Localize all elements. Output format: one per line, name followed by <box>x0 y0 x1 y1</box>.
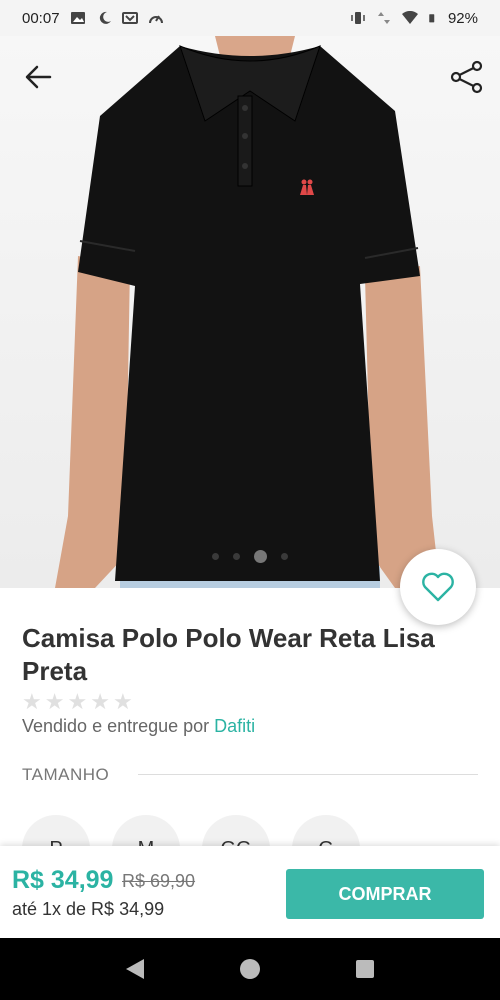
vibrate-icon <box>351 12 365 24</box>
status-time: 00:07 <box>22 9 60 27</box>
battery-icon <box>429 14 435 23</box>
current-price: R$ 34,99 <box>12 866 114 894</box>
rating-stars: ★ ★ ★ ★ ★ <box>22 690 133 714</box>
brand-logo-icon <box>300 179 314 195</box>
status-bar: 00:07 92% <box>0 0 500 36</box>
heart-icon <box>422 572 454 602</box>
carousel-dot-active[interactable] <box>254 550 267 563</box>
speedometer-icon <box>148 15 163 24</box>
wifi-icon <box>401 11 418 24</box>
product-image-carousel[interactable] <box>0 36 500 588</box>
nav-home-icon[interactable] <box>240 959 260 979</box>
seller-link[interactable]: Dafiti <box>214 716 255 736</box>
star-icon: ★ <box>67 689 88 714</box>
nav-back-icon[interactable] <box>126 959 144 979</box>
product-title: Camisa Polo Polo Wear Reta Lisa Preta <box>22 623 435 686</box>
product-photo <box>55 36 440 588</box>
share-icon[interactable] <box>448 58 486 96</box>
size-divider <box>138 774 478 775</box>
buy-button[interactable]: COMPRAR <box>286 869 484 919</box>
image-icon <box>70 12 85 24</box>
star-icon: ★ <box>44 689 65 714</box>
carousel-dot[interactable] <box>233 553 240 560</box>
size-label: TAMANHO <box>22 765 110 784</box>
installments: até 1x de R$ 34,99 <box>12 899 165 919</box>
nav-recents-icon[interactable] <box>356 960 374 978</box>
star-icon: ★ <box>90 689 110 714</box>
seller-line: Vendido e entregue por Dafiti <box>22 716 255 737</box>
favorite-button[interactable] <box>400 549 476 625</box>
notification-icon <box>121 12 138 24</box>
back-arrow-icon[interactable] <box>22 60 56 94</box>
carousel-dot[interactable] <box>212 553 219 560</box>
old-price: R$ 69,90 <box>122 871 196 891</box>
status-left: 00:07 <box>22 10 164 27</box>
star-icon: ★ <box>112 689 133 714</box>
seller-prefix: Vendido e entregue por <box>22 716 210 736</box>
data-arrows-icon <box>377 12 390 24</box>
system-nav-bar <box>0 938 500 1000</box>
carousel-dot[interactable] <box>281 553 288 560</box>
status-right: 92% <box>350 10 478 27</box>
moon-icon <box>99 11 111 24</box>
star-icon: ★ <box>22 689 42 714</box>
battery-percent: 92% <box>447 9 478 27</box>
